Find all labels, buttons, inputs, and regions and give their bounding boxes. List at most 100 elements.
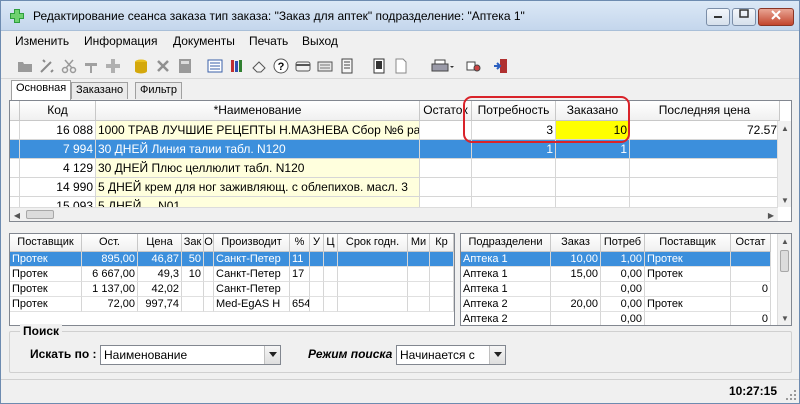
tb-pills-button[interactable]: [463, 56, 483, 76]
cell-ordered[interactable]: 1: [556, 140, 630, 159]
sup-col-expiry[interactable]: Срок годн.: [338, 234, 408, 252]
department-row-selected[interactable]: Аптека 1 10,00 1,00 Протек: [461, 252, 771, 267]
scroll-down-icon[interactable]: ▼: [778, 193, 791, 207]
col-code-header[interactable]: Код: [20, 101, 96, 121]
supplier-row[interactable]: Протек 72,00 997,74 Med-EgAS H 654: [10, 297, 454, 312]
tb-page-button[interactable]: [369, 56, 389, 76]
menu-documents[interactable]: Документы: [173, 34, 235, 48]
department-row[interactable]: Аптека 2 20,00 0,00 Протек: [461, 297, 771, 312]
scroll-right-icon[interactable]: ▶: [764, 208, 778, 221]
products-hscrollbar[interactable]: ◀ ▶: [10, 207, 778, 221]
cell-need[interactable]: [472, 159, 556, 178]
dep-cell-order[interactable]: 20,00: [551, 297, 601, 312]
tb-books-button[interactable]: [227, 56, 247, 76]
title-bar[interactable]: Редактирование сеанса заказа тип заказа:…: [1, 1, 799, 31]
departments-vscrollbar[interactable]: ▲ ▼: [777, 234, 791, 325]
cell-ordered[interactable]: [556, 159, 630, 178]
sup-cell-order[interactable]: [182, 282, 204, 297]
scroll-down-icon[interactable]: ▼: [778, 311, 791, 325]
sup-col-price[interactable]: Цена: [138, 234, 182, 252]
sup-col-stock[interactable]: Ост.: [82, 234, 138, 252]
cell-need[interactable]: [472, 197, 556, 207]
supplier-row-selected[interactable]: Протек 895,00 46,87 50 Санкт-Петер 11: [10, 252, 454, 267]
cell-ordered[interactable]: [556, 197, 630, 207]
sup-col-percent[interactable]: %: [290, 234, 310, 252]
cell-need[interactable]: 1: [472, 140, 556, 159]
sup-cell-order[interactable]: 50: [182, 252, 204, 267]
tb-add-button[interactable]: [103, 56, 123, 76]
col-last-price-header[interactable]: Последняя цена: [630, 101, 780, 121]
menu-edit[interactable]: Изменить: [15, 34, 69, 48]
tb-database-button[interactable]: [131, 56, 151, 76]
maximize-button[interactable]: [732, 8, 756, 26]
tb-blank-page-button[interactable]: [391, 56, 411, 76]
tb-help-button[interactable]: ?: [271, 56, 291, 76]
vscroll-thumb[interactable]: [780, 250, 789, 272]
sup-col-kr[interactable]: Кр: [430, 234, 454, 252]
tb-open-button[interactable]: [15, 56, 35, 76]
cell-ordered[interactable]: 10: [556, 121, 630, 140]
tb-print-button[interactable]: [429, 56, 457, 76]
table-row[interactable]: 14 990 5 ДНЕЙ крем для ног заживляющ. с …: [10, 178, 780, 197]
cell-need[interactable]: [472, 178, 556, 197]
department-row[interactable]: Аптека 1 15,00 0,00 Протек: [461, 267, 771, 282]
sup-cell-order[interactable]: 10: [182, 267, 204, 282]
cell-ordered[interactable]: [556, 178, 630, 197]
tab-main[interactable]: Основная: [11, 80, 72, 100]
tb-cut-button[interactable]: [59, 56, 79, 76]
department-row[interactable]: Аптека 2 0,00 0: [461, 312, 771, 325]
sup-col-producer[interactable]: Производит: [214, 234, 290, 252]
chevron-down-icon[interactable]: [264, 346, 280, 364]
dep-cell-order[interactable]: 10,00: [551, 252, 601, 267]
tb-tools-button[interactable]: [37, 56, 57, 76]
table-row-selected[interactable]: 7 994 30 ДНЕЙ Линия талии табл. N120 1 1: [10, 140, 780, 159]
supplier-row[interactable]: Протек 1 137,00 42,02 Санкт-Петер: [10, 282, 454, 297]
tb-hammer-button[interactable]: [81, 56, 101, 76]
sup-col-u[interactable]: У: [310, 234, 324, 252]
table-row[interactable]: 15 093 5 ДНЕЙ ... N01: [10, 197, 780, 207]
sup-col-order[interactable]: Зак: [182, 234, 204, 252]
table-row[interactable]: 16 088 1000 ТРАВ ЛУЧШИЕ РЕЦЕПТЫ Н.МАЗНЕВ…: [10, 121, 780, 140]
col-need-header[interactable]: Потребность: [472, 101, 556, 121]
tb-card-button[interactable]: [293, 56, 313, 76]
sup-col-o[interactable]: О: [204, 234, 214, 252]
tb-list-button[interactable]: [205, 56, 225, 76]
hscroll-thumb[interactable]: [26, 210, 54, 219]
search-by-select[interactable]: Наименование: [100, 345, 281, 365]
sup-col-mi[interactable]: Ми: [408, 234, 430, 252]
menu-exit[interactable]: Выход: [302, 34, 338, 48]
tb-calculator-button[interactable]: [175, 56, 195, 76]
dep-col-need[interactable]: Потреб: [601, 234, 645, 252]
dep-cell-order[interactable]: [551, 312, 601, 325]
tb-keyboard-button[interactable]: [315, 56, 335, 76]
minimize-button[interactable]: [706, 8, 730, 26]
dep-col-department[interactable]: Подразделени: [461, 234, 551, 252]
sup-col-c[interactable]: Ц: [324, 234, 338, 252]
tb-exit-button[interactable]: [491, 56, 511, 76]
dep-cell-order[interactable]: 15,00: [551, 267, 601, 282]
table-row[interactable]: 4 129 30 ДНЕЙ Плюс целлюлит табл. N120: [10, 159, 780, 178]
supplier-row[interactable]: Протек 6 667,00 49,3 10 Санкт-Петер 17: [10, 267, 454, 282]
sup-cell-order[interactable]: [182, 297, 204, 312]
col-name-header[interactable]: *Наименование: [96, 101, 420, 121]
col-stock-header[interactable]: Остаток: [420, 101, 472, 121]
col-ordered-header[interactable]: Заказано: [556, 101, 630, 121]
tab-ordered[interactable]: Заказано: [71, 82, 129, 99]
tb-notebook-button[interactable]: [337, 56, 357, 76]
scroll-up-icon[interactable]: ▲: [778, 121, 791, 135]
products-vscrollbar[interactable]: ▲ ▼: [777, 121, 791, 207]
dep-col-supplier[interactable]: Поставщик: [645, 234, 731, 252]
menu-print[interactable]: Печать: [249, 34, 288, 48]
department-row[interactable]: Аптека 1 0,00 0: [461, 282, 771, 297]
resize-grip-icon[interactable]: [785, 389, 797, 401]
close-button[interactable]: [758, 8, 794, 26]
tab-filter[interactable]: Фильтр: [135, 82, 182, 99]
dep-col-order[interactable]: Заказ: [551, 234, 601, 252]
scroll-left-icon[interactable]: ◀: [10, 208, 24, 221]
cell-need[interactable]: 3: [472, 121, 556, 140]
chevron-down-icon[interactable]: [489, 346, 505, 364]
sup-col-supplier[interactable]: Поставщик: [10, 234, 82, 252]
dep-col-stock[interactable]: Остат: [731, 234, 771, 252]
scroll-up-icon[interactable]: ▲: [778, 234, 791, 248]
tb-eraser-button[interactable]: [249, 56, 269, 76]
